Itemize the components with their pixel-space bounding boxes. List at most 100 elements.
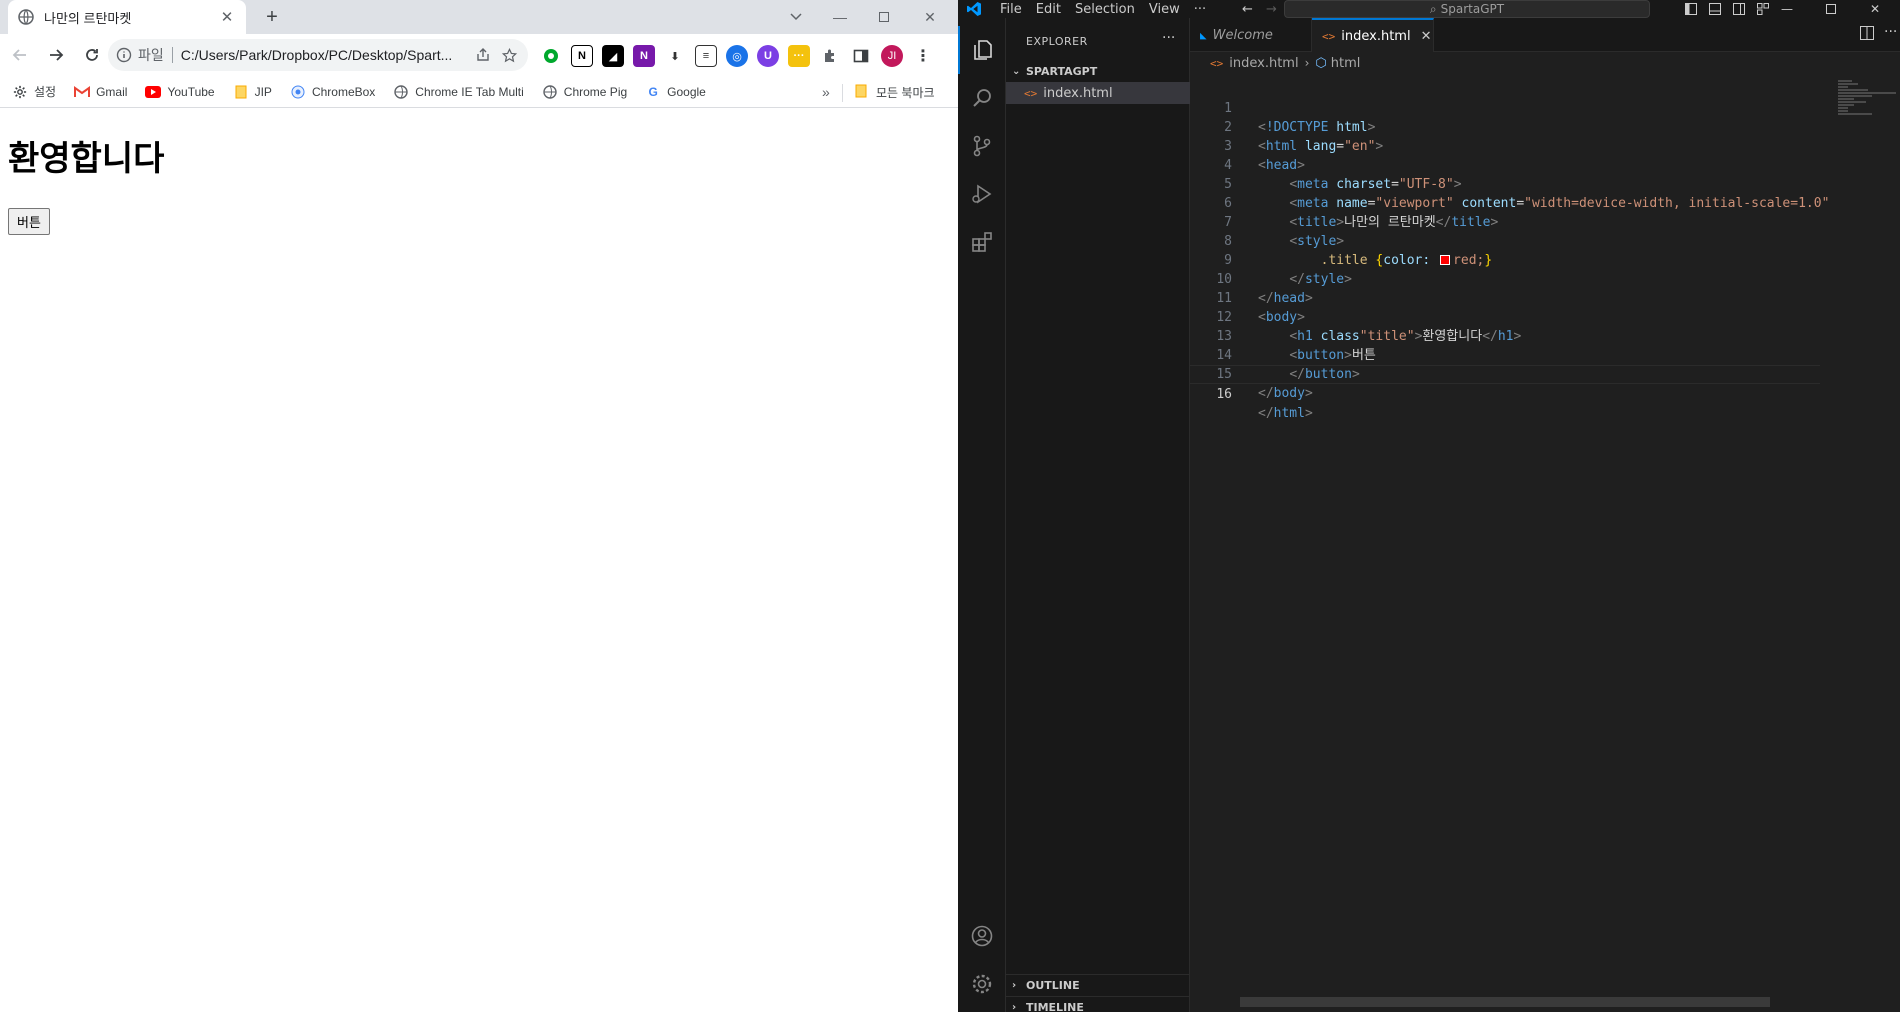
bookmark-ie-tab[interactable]: Chrome IE Tab Multi <box>393 84 524 100</box>
bookmark-label: Chrome Pig <box>563 84 628 99</box>
accounts-icon[interactable] <box>958 912 1006 960</box>
chevron-down-icon: ⌄ <box>1012 65 1021 77</box>
bookmark-chrome-pig[interactable]: Chrome Pig <box>542 84 627 100</box>
evernote-extension-icon[interactable] <box>540 45 562 67</box>
bookmarks-overflow-button[interactable]: » <box>822 84 830 100</box>
code-editor[interactable]: 1 <!DOCTYPE html> 2 <html lang="en"> 3 <… <box>1190 80 1829 421</box>
code-line: 1 <!DOCTYPE html> <box>1224 101 1376 135</box>
tab-welcome[interactable]: ◣ Welcome <box>1190 18 1312 52</box>
address-bar[interactable]: 파일 C:/Users/Park/Dropbox/PC/Desktop/Spar… <box>108 39 528 71</box>
explorer-icon[interactable] <box>958 26 1006 74</box>
nav-back-icon[interactable]: ← <box>1242 2 1253 17</box>
browser-window: 나만의 르탄마켓 ✕ + — ✕ 파일 C:/Users/Park/Dropbo… <box>0 0 958 1012</box>
code-line: 10 </head> <box>1216 272 1313 306</box>
puzzle-icon[interactable] <box>819 45 841 67</box>
code-line: 15 </body> <box>1216 367 1313 401</box>
bookmark-gmail[interactable]: Gmail <box>74 84 127 100</box>
menu-file[interactable]: File <box>1000 2 1022 17</box>
code-line: 3 <head> <box>1224 139 1305 173</box>
reload-icon[interactable] <box>76 39 108 71</box>
side-panel-icon[interactable] <box>850 45 872 67</box>
toggle-primary-sidebar-icon[interactable] <box>1680 0 1702 18</box>
url-text[interactable]: C:/Users/Park/Dropbox/PC/Desktop/Spart..… <box>181 47 468 63</box>
command-center-search[interactable]: ⌕ SpartaGPT <box>1284 0 1650 18</box>
translate-extension-icon[interactable]: ◎ <box>726 45 748 67</box>
bookmark-settings[interactable]: 설정 <box>12 83 56 100</box>
forward-icon[interactable] <box>40 39 72 71</box>
editor-area: ◣ Welcome <> index.html ✕ ··· <> index.h… <box>1190 18 1900 1012</box>
all-bookmarks-folder[interactable]: 모든 북마크 <box>854 80 935 104</box>
bookmark-google[interactable]: G Google <box>645 84 706 100</box>
horizontal-scrollbar[interactable] <box>1240 997 1770 1007</box>
tab-search-chevron-icon[interactable] <box>776 0 816 34</box>
minimap[interactable] <box>1838 80 1898 120</box>
menu-view[interactable]: View <box>1149 2 1180 17</box>
notion-extension-icon[interactable]: N <box>571 45 593 67</box>
bookmark-chromebox[interactable]: ChromeBox <box>290 84 375 100</box>
omnibox-divider <box>171 47 173 63</box>
code-line: 14 </button> <box>1216 348 1360 382</box>
share-icon[interactable] <box>472 44 494 66</box>
file-tree-item[interactable]: <> index.html <box>1006 82 1190 104</box>
star-icon[interactable] <box>498 44 520 66</box>
editor-more-icon[interactable]: ··· <box>1884 24 1897 40</box>
download-extension-icon[interactable]: ⬇ <box>664 45 686 67</box>
close-window-icon[interactable]: ✕ <box>910 0 950 34</box>
yellow-extension-icon[interactable]: ··· <box>788 45 810 67</box>
send-extension-icon[interactable]: ◢ <box>602 45 624 67</box>
bookmark-youtube[interactable]: YouTube <box>145 84 215 100</box>
bookmark-label: JIP <box>254 84 272 99</box>
run-debug-icon[interactable] <box>958 170 1006 218</box>
tab-index-html[interactable]: <> index.html ✕ <box>1312 18 1434 52</box>
google-icon: G <box>648 84 658 99</box>
onenote-extension-icon[interactable]: N <box>633 45 655 67</box>
code-line: 2 <html lang="en"> <box>1224 120 1384 154</box>
maximize-icon[interactable] <box>864 0 904 34</box>
breadcrumb-symbol[interactable]: html <box>1331 56 1361 71</box>
timeline-section[interactable]: › TIMELINE <box>1006 996 1190 1012</box>
search-icon: ⌕ <box>1429 1 1437 16</box>
search-icon[interactable] <box>958 74 1006 122</box>
source-control-icon[interactable] <box>958 122 1006 170</box>
menu-more[interactable]: ··· <box>1194 2 1206 17</box>
menu-edit[interactable]: Edit <box>1036 2 1061 17</box>
folder-icon <box>233 84 249 100</box>
reader-extension-icon[interactable]: ≡ <box>695 45 717 67</box>
info-icon[interactable] <box>116 47 132 63</box>
vs-minimize-icon[interactable]: — <box>1764 0 1810 18</box>
page-button[interactable]: 버튼 <box>8 208 50 235</box>
toggle-secondary-sidebar-icon[interactable] <box>1728 0 1750 18</box>
avatar[interactable]: JI <box>881 45 903 67</box>
vs-close-icon[interactable]: ✕ <box>1852 0 1898 18</box>
breadcrumb-file[interactable]: index.html <box>1229 56 1298 71</box>
tab-close-icon[interactable]: ✕ <box>1421 29 1432 44</box>
browser-tab[interactable]: 나만의 르탄마켓 ✕ <box>8 0 246 34</box>
tab-close-icon[interactable]: ✕ <box>218 8 236 26</box>
outline-section[interactable]: › OUTLINE <box>1006 974 1190 996</box>
bookmark-label: Google <box>667 84 706 99</box>
menu-selection[interactable]: Selection <box>1075 2 1135 17</box>
bookmarks-bar: 설정 Gmail YouTube JIP ChromeBox Chrome IE… <box>0 76 958 108</box>
breadcrumb: <> index.html › ⬡ html <box>1190 52 1900 74</box>
split-editor-icon[interactable] <box>1860 26 1874 44</box>
vscode-logo-icon <box>966 0 986 18</box>
extensions-icon[interactable] <box>958 218 1006 266</box>
settings-gear-icon[interactable] <box>958 960 1006 1008</box>
kebab-menu-icon[interactable]: ⋮ <box>912 45 934 67</box>
nav-forward-icon[interactable]: → <box>1266 2 1277 17</box>
bookmark-jip[interactable]: JIP <box>233 84 272 100</box>
new-tab-button[interactable]: + <box>258 4 286 30</box>
bookmarks-divider <box>842 84 843 102</box>
minimize-icon[interactable]: — <box>820 0 860 34</box>
all-bookmarks-label: 모든 북마크 <box>876 85 935 100</box>
back-icon[interactable] <box>4 39 36 71</box>
chevron-right-icon: › <box>1304 56 1310 70</box>
page-viewport: 환영합니다 버튼 <box>0 109 958 1012</box>
explorer-more-icon[interactable]: ··· <box>1162 30 1175 46</box>
toggle-panel-icon[interactable] <box>1704 0 1726 18</box>
bookmark-label: 설정 <box>34 85 57 99</box>
folder-section[interactable]: ⌄ SPARTAGPT <box>1006 60 1190 82</box>
vs-maximize-icon[interactable] <box>1808 0 1854 18</box>
purple-extension-icon[interactable]: U <box>757 45 779 67</box>
timeline-label: TIMELINE <box>1026 1001 1084 1012</box>
